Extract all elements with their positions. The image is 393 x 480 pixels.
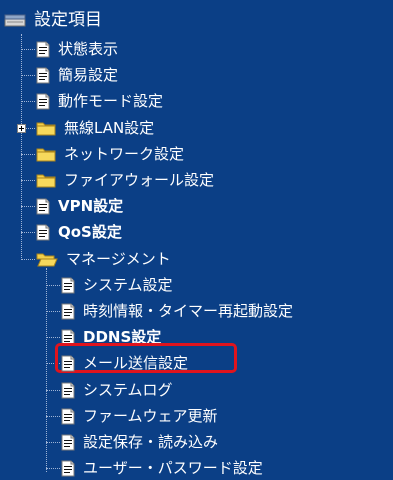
document-icon bbox=[61, 460, 75, 477]
tree-item-label: ネットワーク設定 bbox=[64, 145, 185, 163]
folder-icon bbox=[36, 120, 56, 136]
tree-connector bbox=[21, 259, 35, 260]
tree-connector bbox=[21, 232, 35, 233]
tree-connector bbox=[46, 468, 60, 469]
tree-item-label: システムログ bbox=[83, 381, 173, 399]
document-icon bbox=[61, 303, 75, 320]
document-icon bbox=[61, 434, 75, 451]
tree-item-label: マネージメント bbox=[66, 250, 171, 268]
tree-root-label: 設定項目 bbox=[34, 10, 102, 30]
tree-item-label: 動作モード設定 bbox=[58, 92, 164, 110]
tree-item-user-password[interactable]: ユーザー・パスワード設定 bbox=[61, 456, 265, 480]
tree-item-system-log[interactable]: システムログ bbox=[61, 378, 175, 402]
folder-icon bbox=[36, 172, 56, 188]
tree-connector bbox=[21, 34, 22, 260]
tree-connector bbox=[46, 311, 60, 312]
settings-tree: 設定項目 状態表示 簡易設定 動作モード設定 無線LAN設定 ネットワーク設定 bbox=[0, 0, 393, 477]
tree-connector bbox=[21, 206, 35, 207]
tree-item-status[interactable]: 状態表示 bbox=[36, 37, 120, 61]
document-icon bbox=[61, 277, 75, 294]
tree-item-label: システム設定 bbox=[83, 276, 173, 294]
tree-item-mail-settings[interactable]: メール送信設定 bbox=[61, 351, 190, 375]
document-icon bbox=[36, 93, 50, 110]
tree-root[interactable]: 設定項目 bbox=[4, 8, 104, 32]
book-icon bbox=[4, 11, 26, 29]
tree-item-management[interactable]: マネージメント bbox=[36, 247, 173, 271]
tree-item-label: ファイアウォール設定 bbox=[64, 171, 215, 189]
tree-item-operation-mode[interactable]: 動作モード設定 bbox=[36, 89, 165, 113]
tree-item-label: ユーザー・パスワード設定 bbox=[83, 459, 263, 477]
tree-item-vpn[interactable]: VPN設定 bbox=[36, 194, 125, 218]
tree-item-label: 簡易設定 bbox=[58, 66, 119, 84]
document-icon bbox=[36, 198, 50, 215]
tree-connector bbox=[46, 285, 60, 286]
tree-item-system-settings[interactable]: システム設定 bbox=[61, 273, 175, 297]
tree-item-label: QoS設定 bbox=[58, 223, 122, 241]
expand-plus-icon[interactable] bbox=[17, 124, 26, 133]
tree-connector bbox=[21, 101, 35, 102]
document-icon bbox=[61, 355, 75, 372]
tree-item-label: 時刻情報・タイマー再起動設定 bbox=[83, 302, 294, 320]
document-icon bbox=[36, 41, 50, 58]
tree-item-label: 無線LAN設定 bbox=[64, 119, 155, 137]
tree-item-time-timer[interactable]: 時刻情報・タイマー再起動設定 bbox=[61, 299, 295, 323]
folder-icon bbox=[36, 146, 56, 162]
tree-connector bbox=[46, 442, 60, 443]
tree-item-firewall[interactable]: ファイアウォール設定 bbox=[36, 168, 216, 192]
tree-item-label: VPN設定 bbox=[58, 197, 124, 215]
tree-item-network[interactable]: ネットワーク設定 bbox=[36, 142, 186, 166]
open-folder-icon bbox=[36, 251, 58, 267]
tree-item-label: 状態表示 bbox=[58, 40, 119, 58]
tree-item-qos[interactable]: QoS設定 bbox=[36, 220, 124, 244]
document-icon bbox=[61, 408, 75, 425]
document-icon bbox=[36, 224, 50, 241]
tree-item-quick-setup[interactable]: 簡易設定 bbox=[36, 63, 120, 87]
document-icon bbox=[61, 382, 75, 399]
tree-connector bbox=[46, 416, 60, 417]
tree-item-firmware-update[interactable]: ファームウェア更新 bbox=[61, 404, 220, 428]
tree-item-label: ファームウェア更新 bbox=[83, 407, 218, 425]
tree-connector bbox=[21, 49, 35, 50]
tree-item-label: 設定保存・読み込み bbox=[83, 433, 219, 451]
tree-item-label: メール送信設定 bbox=[83, 354, 189, 372]
tree-item-save-load[interactable]: 設定保存・読み込み bbox=[61, 430, 220, 454]
tree-connector bbox=[21, 154, 35, 155]
document-icon bbox=[36, 67, 50, 84]
tree-connector bbox=[21, 180, 35, 181]
tree-connector bbox=[46, 390, 60, 391]
tree-connector bbox=[21, 75, 35, 76]
tree-connector bbox=[46, 337, 60, 338]
tree-item-wireless-lan[interactable]: 無線LAN設定 bbox=[36, 116, 156, 140]
